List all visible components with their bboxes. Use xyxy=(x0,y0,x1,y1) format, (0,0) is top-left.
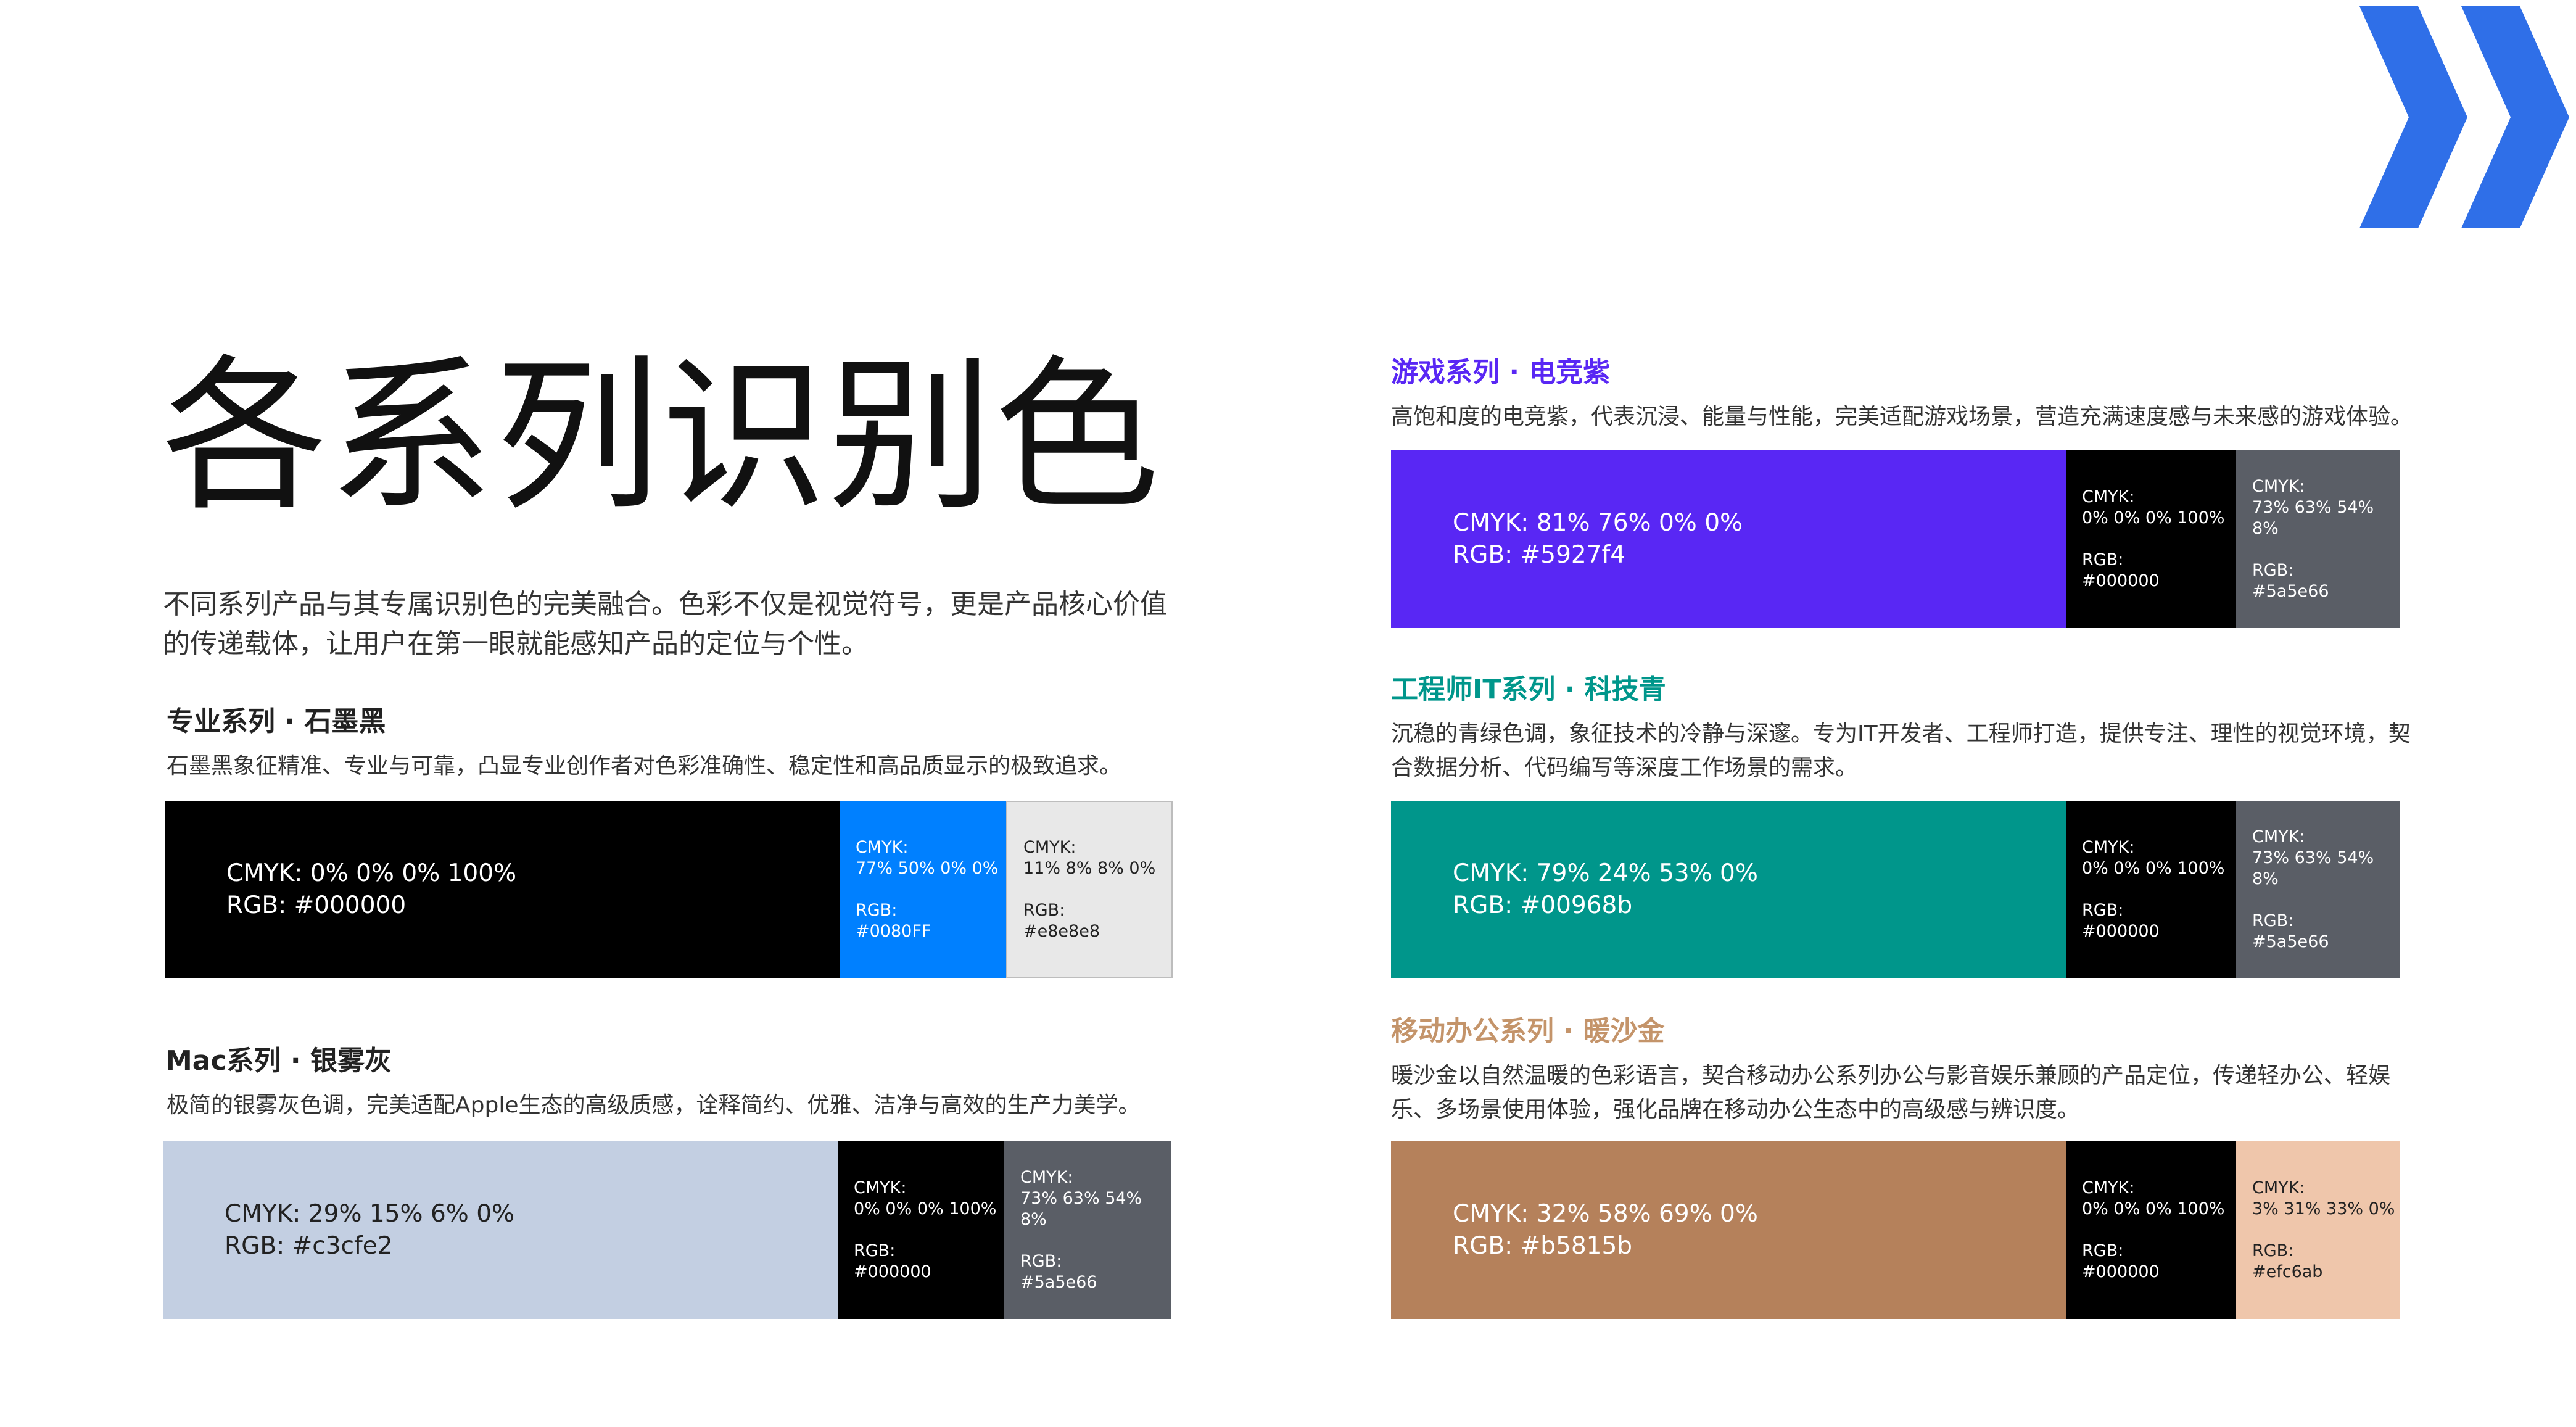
cmyk-label: CMYK: xyxy=(854,1178,907,1197)
series-title-pro: 专业系列 · 石墨黑 xyxy=(167,706,386,737)
secondary-swatch: CMYK: 0% 0% 0% 100% RGB: #000000 xyxy=(2066,801,2236,978)
series-desc-gaming: 高饱和度的电竞紫，代表沉浸、能量与性能，完美适配游戏场景，营造充满速度感与未来感… xyxy=(1391,404,2413,429)
series-desc-mobile: 暖沙金以自然温暖的色彩语言，契合移动办公系列办公与影音娱乐兼顾的产品定位，传递轻… xyxy=(1391,1063,2391,1122)
secondary-swatch: CMYK: 11% 8% 8% 0% RGB: #e8e8e8 xyxy=(1006,801,1173,978)
cmyk-label: CMYK: xyxy=(856,838,909,857)
main-rgb: RGB: #c3cfe2 xyxy=(225,1232,393,1260)
main-swatch: CMYK: 29% 15% 6% 0% RGB: #c3cfe2 xyxy=(163,1141,838,1319)
series-title-mac: Mac系列 · 银雾灰 xyxy=(165,1045,392,1077)
main-swatch: CMYK: 81% 76% 0% 0% RGB: #5927f4 xyxy=(1391,450,2066,628)
rgb-label: RGB: xyxy=(854,1241,896,1260)
swatch-row-mac: CMYK: 29% 15% 6% 0% RGB: #c3cfe2 CMYK: 0… xyxy=(163,1141,1171,1319)
rgb-value: #000000 xyxy=(2082,1262,2160,1281)
rgb-value: #000000 xyxy=(854,1262,931,1281)
rgb-label: RGB: xyxy=(2252,1241,2294,1260)
main-cmyk: CMYK: 79% 24% 53% 0% xyxy=(1453,859,1758,887)
swatch-row-it: CMYK: 79% 24% 53% 0% RGB: #00968b CMYK: … xyxy=(1391,801,2400,978)
cmyk-value: 77% 50% 0% 0% xyxy=(856,859,999,878)
cmyk-label: CMYK: xyxy=(1020,1168,1073,1187)
series-desc-pro: 石墨黑象征精准、专业与可靠，凸显专业创作者对色彩准确性、稳定性和高品质显示的极致… xyxy=(167,753,1122,779)
main-rgb: RGB: #5927f4 xyxy=(1453,541,1626,569)
secondary-swatch: CMYK: 73% 63% 54% 8% RGB: #5a5e66 xyxy=(1004,1141,1171,1319)
cmyk-label: CMYK: xyxy=(2252,1178,2305,1197)
cmyk-value: 73% 63% 54% 8% xyxy=(1020,1189,1142,1229)
cmyk-value: 0% 0% 0% 100% xyxy=(2082,859,2225,878)
swatch-row-mobile: CMYK: 32% 58% 69% 0% RGB: #b5815b CMYK: … xyxy=(1391,1141,2400,1319)
rgb-value: #5a5e66 xyxy=(2252,932,2329,951)
rgb-value: #e8e8e8 xyxy=(1023,922,1100,941)
rgb-label: RGB: xyxy=(2252,561,2294,580)
rgb-value: #000000 xyxy=(2082,571,2160,590)
rgb-label: RGB: xyxy=(2082,550,2124,569)
rgb-label: RGB: xyxy=(2252,911,2294,930)
series-desc-it: 沉稳的青绿色调，象征技术的冷静与深邃。专为IT开发者、工程师打造，提供专注、理性… xyxy=(1391,721,2411,780)
secondary-swatch: CMYK: 0% 0% 0% 100% RGB: #000000 xyxy=(2066,450,2236,628)
cmyk-label: CMYK: xyxy=(2082,838,2135,857)
cmyk-value: 0% 0% 0% 100% xyxy=(2082,1199,2225,1218)
cmyk-label: CMYK: xyxy=(2252,827,2305,846)
rgb-value: #efc6ab xyxy=(2252,1262,2323,1281)
rgb-value: #5a5e66 xyxy=(2252,582,2329,601)
rgb-label: RGB: xyxy=(1020,1252,1062,1271)
secondary-swatch: CMYK: 73% 63% 54% 8% RGB: #5a5e66 xyxy=(2236,801,2400,978)
secondary-swatch: CMYK: 77% 50% 0% 0% RGB: #0080FF xyxy=(840,801,1006,978)
intro-text: 不同系列产品与其专属识别色的完美融合。色彩不仅是视觉符号，更是产品核心价值的传递… xyxy=(163,589,1167,660)
secondary-swatch: CMYK: 0% 0% 0% 100% RGB: #000000 xyxy=(2066,1141,2236,1319)
main-rgb: RGB: #00968b xyxy=(1453,891,1633,919)
main-rgb: RGB: #000000 xyxy=(226,891,407,919)
rgb-value: #5a5e66 xyxy=(1020,1273,1097,1292)
main-cmyk: CMYK: 81% 76% 0% 0% xyxy=(1453,509,1743,537)
swatch-row-gaming: CMYK: 81% 76% 0% 0% RGB: #5927f4 CMYK: 0… xyxy=(1391,450,2400,628)
main-cmyk: CMYK: 29% 15% 6% 0% xyxy=(225,1200,515,1228)
cmyk-value: 11% 8% 8% 0% xyxy=(1023,859,1156,878)
cmyk-label: CMYK: xyxy=(2252,477,2305,496)
series-desc-mac: 极简的银雾灰色调，完美适配Apple生态的高级质感，诠释简约、优雅、洁净与高效的… xyxy=(167,1093,1141,1118)
secondary-swatch: CMYK: 73% 63% 54% 8% RGB: #5a5e66 xyxy=(2236,450,2400,628)
cmyk-value: 0% 0% 0% 100% xyxy=(2082,508,2225,527)
main-rgb: RGB: #b5815b xyxy=(1453,1232,1633,1260)
main-swatch: CMYK: 79% 24% 53% 0% RGB: #00968b xyxy=(1391,801,2066,978)
cmyk-value: 73% 63% 54% 8% xyxy=(2252,498,2374,538)
rgb-label: RGB: xyxy=(2082,901,2124,920)
secondary-swatch: CMYK: 0% 0% 0% 100% RGB: #000000 xyxy=(838,1141,1004,1319)
rgb-value: #0080FF xyxy=(856,922,931,941)
cmyk-label: CMYK: xyxy=(2082,487,2135,507)
main-cmyk: CMYK: 0% 0% 0% 100% xyxy=(226,859,517,887)
swatch-row-pro: CMYK: 0% 0% 0% 100% RGB: #000000 CMYK: 7… xyxy=(165,801,1173,978)
cmyk-value: 0% 0% 0% 100% xyxy=(854,1199,997,1218)
cmyk-label: CMYK: xyxy=(2082,1178,2135,1197)
main-swatch: CMYK: 0% 0% 0% 100% RGB: #000000 xyxy=(165,801,840,978)
rgb-value: #000000 xyxy=(2082,922,2160,941)
main-cmyk: CMYK: 32% 58% 69% 0% xyxy=(1453,1200,1758,1228)
rgb-label: RGB: xyxy=(1023,901,1065,920)
series-title-it: 工程师IT系列 · 科技青 xyxy=(1391,674,1666,705)
cmyk-label: CMYK: xyxy=(1023,838,1076,857)
secondary-swatch: CMYK: 3% 31% 33% 0% RGB: #efc6ab xyxy=(2236,1141,2400,1319)
rgb-label: RGB: xyxy=(2082,1241,2124,1260)
page-title: 各系列识别色 xyxy=(162,341,1161,533)
rgb-label: RGB: xyxy=(856,901,898,920)
series-title-mobile: 移动办公系列 · 暖沙金 xyxy=(1391,1015,1665,1047)
cmyk-value: 73% 63% 54% 8% xyxy=(2252,848,2374,888)
series-title-gaming: 游戏系列 · 电竞紫 xyxy=(1391,357,1611,388)
main-swatch: CMYK: 32% 58% 69% 0% RGB: #b5815b xyxy=(1391,1141,2066,1319)
cmyk-value: 3% 31% 33% 0% xyxy=(2252,1199,2395,1218)
double-chevron-right-icon xyxy=(2359,6,2569,228)
